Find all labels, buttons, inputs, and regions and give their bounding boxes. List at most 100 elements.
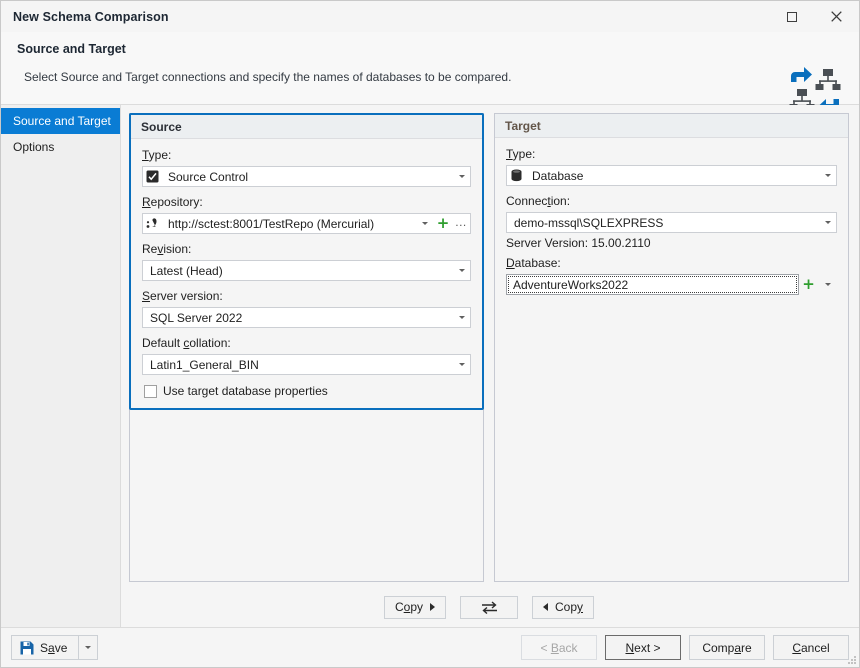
compare-button-label: Compare xyxy=(702,640,752,655)
source-group-body: Type: Source Control Repository: http://… xyxy=(131,139,482,408)
floppy-disk-icon xyxy=(20,641,34,654)
target-database-value: AdventureWorks2022 xyxy=(513,277,629,292)
source-server-version-label: Server version: xyxy=(142,289,223,303)
target-type-combo[interactable]: Database xyxy=(506,165,837,186)
source-type-label: Type: xyxy=(142,148,172,162)
save-dropdown-button[interactable] xyxy=(79,635,99,660)
source-repository-add-button[interactable]: + xyxy=(434,214,452,233)
target-type-label: Type: xyxy=(506,147,536,161)
source-repository-value: http://sctest:8001/TestRepo (Mercurial) xyxy=(168,216,375,231)
sidebar-item-label: Source and Target xyxy=(13,114,111,128)
cancel-button[interactable]: Cancel xyxy=(773,635,849,660)
source-type-value: Source Control xyxy=(168,169,249,184)
target-database-add-button[interactable]: + xyxy=(799,274,818,295)
save-button-label: Save xyxy=(40,640,68,655)
use-target-database-properties-label: Use target database properties xyxy=(163,384,328,398)
arrow-left-icon xyxy=(543,603,548,612)
next-button[interactable]: Next > xyxy=(605,635,681,660)
plus-icon: + xyxy=(802,275,815,293)
source-groupbox: Source Type: Source Control Repository: … xyxy=(129,113,484,410)
source-repository-dropdown-arrow[interactable] xyxy=(416,214,434,233)
close-icon xyxy=(831,11,842,22)
target-pane: Target Type: Database Connection: demo-m… xyxy=(494,113,849,582)
target-database-input[interactable]: AdventureWorks2022 xyxy=(506,274,799,295)
target-type-value: Database xyxy=(532,168,584,183)
target-connection-dropdown-arrow[interactable] xyxy=(819,213,836,232)
close-button[interactable] xyxy=(814,1,859,32)
arrow-right-icon xyxy=(430,603,435,612)
maximize-icon xyxy=(786,11,797,22)
chevron-down-icon xyxy=(824,283,831,286)
target-connection-combo[interactable]: demo-mssql\SQLEXPRESS xyxy=(506,212,837,233)
source-repository-more-button[interactable]: ... xyxy=(452,214,470,233)
target-database-dropdown-arrow[interactable] xyxy=(818,274,837,295)
sidebar-item-label: Options xyxy=(13,140,55,154)
source-server-version-dropdown-arrow[interactable] xyxy=(453,308,470,327)
cancel-button-label: Cancel xyxy=(792,640,830,655)
target-group-body: Type: Database Connection: demo-mssql\SQ… xyxy=(495,138,848,305)
ellipsis-icon: ... xyxy=(455,214,467,229)
chevron-down-icon xyxy=(458,363,465,366)
copy-bar: Copy Copy xyxy=(129,588,849,627)
dialog-body: Source and Target Options Source Type: S… xyxy=(1,105,859,627)
use-target-database-properties-checkbox[interactable] xyxy=(144,384,157,398)
target-type-dropdown-arrow[interactable] xyxy=(819,166,836,185)
use-target-database-properties-row[interactable]: Use target database properties xyxy=(142,384,471,398)
copy-to-source-button[interactable]: Copy xyxy=(532,595,594,619)
save-button[interactable]: Save xyxy=(11,635,80,660)
source-control-icon xyxy=(143,169,161,185)
window-title: New Schema Comparison xyxy=(13,9,169,24)
source-server-version-value: SQL Server 2022 xyxy=(150,310,243,325)
wizard-header: Source and Target Select Source and Targ… xyxy=(1,32,859,114)
target-database-row: AdventureWorks2022 + xyxy=(506,274,837,295)
chevron-down-icon xyxy=(824,174,831,177)
source-collation-label: Default collation: xyxy=(142,336,231,350)
maximize-button[interactable] xyxy=(769,1,814,32)
back-button[interactable]: < Back xyxy=(521,635,597,660)
source-revision-combo[interactable]: Latest (Head) xyxy=(142,260,471,281)
chevron-down-icon xyxy=(458,269,465,272)
source-server-version-combo[interactable]: SQL Server 2022 xyxy=(142,307,471,328)
next-button-label: Next > xyxy=(625,640,661,655)
source-revision-dropdown-arrow[interactable] xyxy=(453,261,470,280)
source-revision-label: Revision: xyxy=(142,242,192,256)
copy-to-target-button[interactable]: Copy xyxy=(384,595,446,619)
source-collation-value: Latin1_General_BIN xyxy=(150,357,259,372)
mercurial-icon xyxy=(143,216,161,232)
source-repository-combo[interactable]: http://sctest:8001/TestRepo (Mercurial) … xyxy=(142,213,471,234)
title-bar: New Schema Comparison xyxy=(1,1,859,32)
chevron-down-icon xyxy=(422,222,428,225)
resize-grip[interactable] xyxy=(845,653,857,665)
new-schema-comparison-dialog: New Schema Comparison Source and Target … xyxy=(0,0,860,668)
page-title: Source and Target xyxy=(17,42,126,56)
plus-icon: + xyxy=(436,214,450,232)
copy-to-source-label: Copy xyxy=(554,600,583,615)
sidebar-item-options[interactable]: Options xyxy=(1,134,120,160)
swap-icon xyxy=(481,601,497,614)
wizard-content: Source Type: Source Control Repository: … xyxy=(121,105,859,627)
footer-buttons: < Back Next > Compare Cancel xyxy=(521,635,849,660)
page-subtitle: Select Source and Target connections and… xyxy=(24,70,512,84)
save-split-button: Save xyxy=(11,635,99,660)
source-collation-dropdown-arrow[interactable] xyxy=(453,355,470,374)
compare-button[interactable]: Compare xyxy=(689,635,765,660)
source-collation-combo[interactable]: Latin1_General_BIN xyxy=(142,354,471,375)
swap-source-target-button[interactable] xyxy=(460,595,518,619)
copy-to-target-label: Copy xyxy=(395,600,424,615)
source-group-title: Source xyxy=(131,115,482,139)
chevron-down-icon xyxy=(458,175,465,178)
sidebar-item-source-and-target[interactable]: Source and Target xyxy=(1,108,120,134)
chevron-down-icon xyxy=(824,221,831,224)
source-type-combo[interactable]: Source Control xyxy=(142,166,471,187)
dialog-footer: Save < Back Next > Compare Cancel xyxy=(1,627,859,667)
wizard-sidebar: Source and Target Options xyxy=(1,105,121,627)
chevron-down-icon xyxy=(458,316,465,319)
source-type-dropdown-arrow[interactable] xyxy=(453,167,470,186)
target-database-label: Database: xyxy=(506,256,561,270)
back-button-label: < Back xyxy=(540,640,578,655)
